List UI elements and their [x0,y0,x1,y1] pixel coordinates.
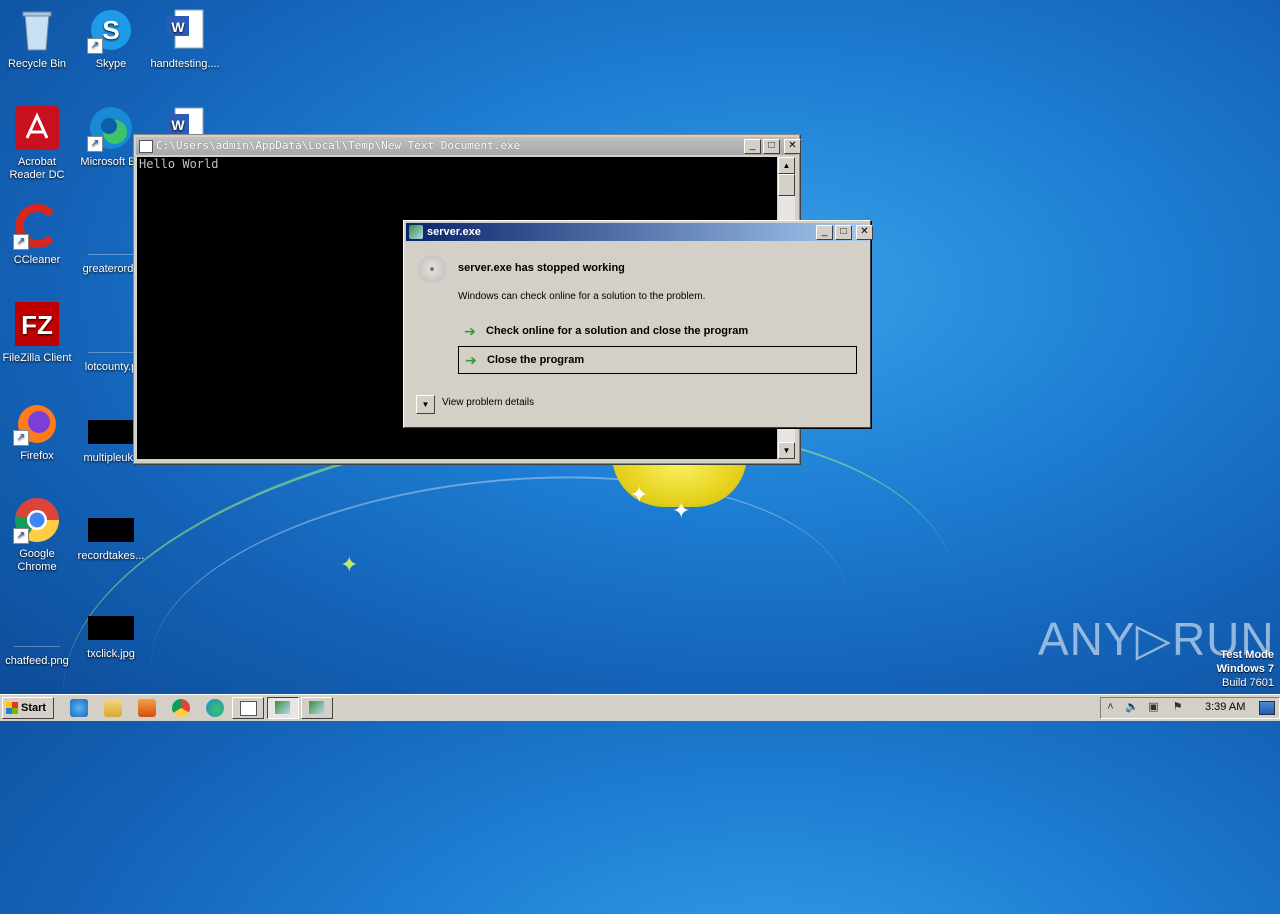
maximize-button[interactable]: □ [763,139,780,154]
console-app-icon [139,140,153,153]
image-thumbnail [88,420,134,444]
desktop-icon-handtesting[interactable]: W handtesting.... [148,6,222,71]
minimize-button[interactable]: _ [816,225,833,240]
test-mode-label: Test Mode Windows 7 Build 7601 [1216,649,1274,689]
taskbar: Start ˄ 🔈 ▣ ⚑ 3:39 AM [0,694,1280,721]
edge-taskbar-icon[interactable] [206,699,224,717]
desktop-icon-recordtakes[interactable]: recordtakes... [74,496,148,563]
skype-icon: S ↗ [87,6,135,54]
file-thumbnail [88,224,134,255]
taskbar-server-button[interactable] [267,697,299,719]
wallpaper-sparkle: ✦ [630,482,649,507]
desktop-icon-acrobat[interactable]: Acrobat Reader DC [0,104,74,182]
svg-text:W: W [171,19,185,35]
filezilla-icon: FZ [13,300,61,348]
green-arrow-icon: ➔ [465,352,477,368]
clock[interactable]: 3:39 AM [1205,701,1245,713]
desktop-icon-recycle-bin[interactable]: Recycle Bin [0,6,74,71]
error-dialog[interactable]: server.exe _ □ ✕ server.exe has stopped … [403,220,873,428]
green-arrow-icon: ➔ [464,323,476,339]
server-app-icon [275,701,290,714]
file-thumbnail [14,616,60,647]
shortcut-arrow-icon: ↗ [13,430,29,446]
console-title: C:\Users\admin\AppData\Local\Temp\New Te… [156,139,521,152]
edge-icon: ↗ [87,104,135,152]
firefox-icon: ↗ [13,398,61,446]
scroll-down-arrow-icon[interactable]: ▼ [778,442,795,459]
svg-text:FZ: FZ [21,310,53,340]
minimize-button[interactable]: _ [744,139,761,154]
recycle-bin-icon [13,6,61,54]
dialog-message: Windows can check online for a solution … [458,291,706,302]
shortcut-arrow-icon: ↗ [13,234,29,250]
scroll-thumb[interactable] [778,174,795,196]
chrome-icon: ↗ [13,496,61,544]
start-button[interactable]: Start [2,697,54,719]
wallpaper-sparkle: ✦ [672,498,691,523]
dialog-headline: server.exe has stopped working [458,262,625,274]
wallpaper-sparkle: ✦ [340,552,359,577]
acrobat-icon [13,104,61,152]
shortcut-arrow-icon: ↗ [87,136,103,152]
dialog-app-icon [409,225,423,239]
desktop-icon-chrome[interactable]: ↗ Google Chrome [0,496,74,574]
error-status-icon [418,255,446,283]
svg-text:W: W [171,117,185,133]
maximize-button[interactable]: □ [835,225,852,240]
dialog-title: server.exe [427,226,481,238]
taskbar-error-reporting-button[interactable] [301,697,333,719]
windows-logo-icon [6,702,18,714]
desktop-icon-filezilla[interactable]: FZ FileZilla Client [0,300,74,365]
close-button[interactable]: ✕ [784,139,801,154]
image-thumbnail [88,518,134,542]
check-online-option[interactable]: ➔ Check online for a solution and close … [458,318,855,344]
desktop-icon-ccleaner[interactable]: ↗ CCleaner [0,202,74,267]
desktop-icon-skype[interactable]: S ↗ Skype [74,6,148,71]
show-desktop-icon[interactable] [1259,701,1275,715]
scroll-up-arrow-icon[interactable]: ▲ [778,157,795,174]
console-output-text: Hello World [139,157,219,171]
tray-expand-icon[interactable]: ˄ [1104,701,1117,714]
desktop-icon-firefox[interactable]: ↗ Firefox [0,398,74,463]
view-details-link[interactable]: View problem details [442,397,534,408]
file-explorer-icon[interactable] [104,699,122,717]
system-tray: ˄ 🔈 ▣ ⚑ 3:39 AM [1100,697,1280,719]
expand-details-button[interactable]: ▼ [416,395,435,414]
svg-text:S: S [102,15,119,45]
image-thumbnail [88,616,134,640]
desktop-icon-txclick[interactable]: txclick.jpg [74,594,148,661]
console-titlebar[interactable]: C:\Users\admin\AppData\Local\Temp\New Te… [136,137,801,155]
dialog-titlebar[interactable]: server.exe _ □ ✕ [406,223,873,241]
internet-explorer-icon[interactable] [70,699,88,717]
file-thumbnail [88,322,134,353]
action-center-flag-icon[interactable]: ⚑ [1171,701,1184,714]
desktop-icon-chatfeed[interactable]: chatfeed.png [0,594,74,668]
error-reporting-icon [309,701,324,714]
close-button[interactable]: ✕ [856,225,873,240]
media-player-icon[interactable] [138,699,156,717]
shortcut-arrow-icon: ↗ [13,528,29,544]
shortcut-arrow-icon: ↗ [87,38,103,54]
ccleaner-icon: ↗ [13,202,61,250]
close-program-option[interactable]: ➔ Close the program [458,346,857,374]
volume-icon[interactable]: 🔈 [1125,701,1139,714]
taskbar-console-button[interactable] [232,697,264,719]
word-document-icon: W [161,6,209,54]
network-icon[interactable]: ▣ [1147,701,1160,714]
chrome-taskbar-icon[interactable] [172,699,190,717]
console-app-icon [240,701,257,716]
